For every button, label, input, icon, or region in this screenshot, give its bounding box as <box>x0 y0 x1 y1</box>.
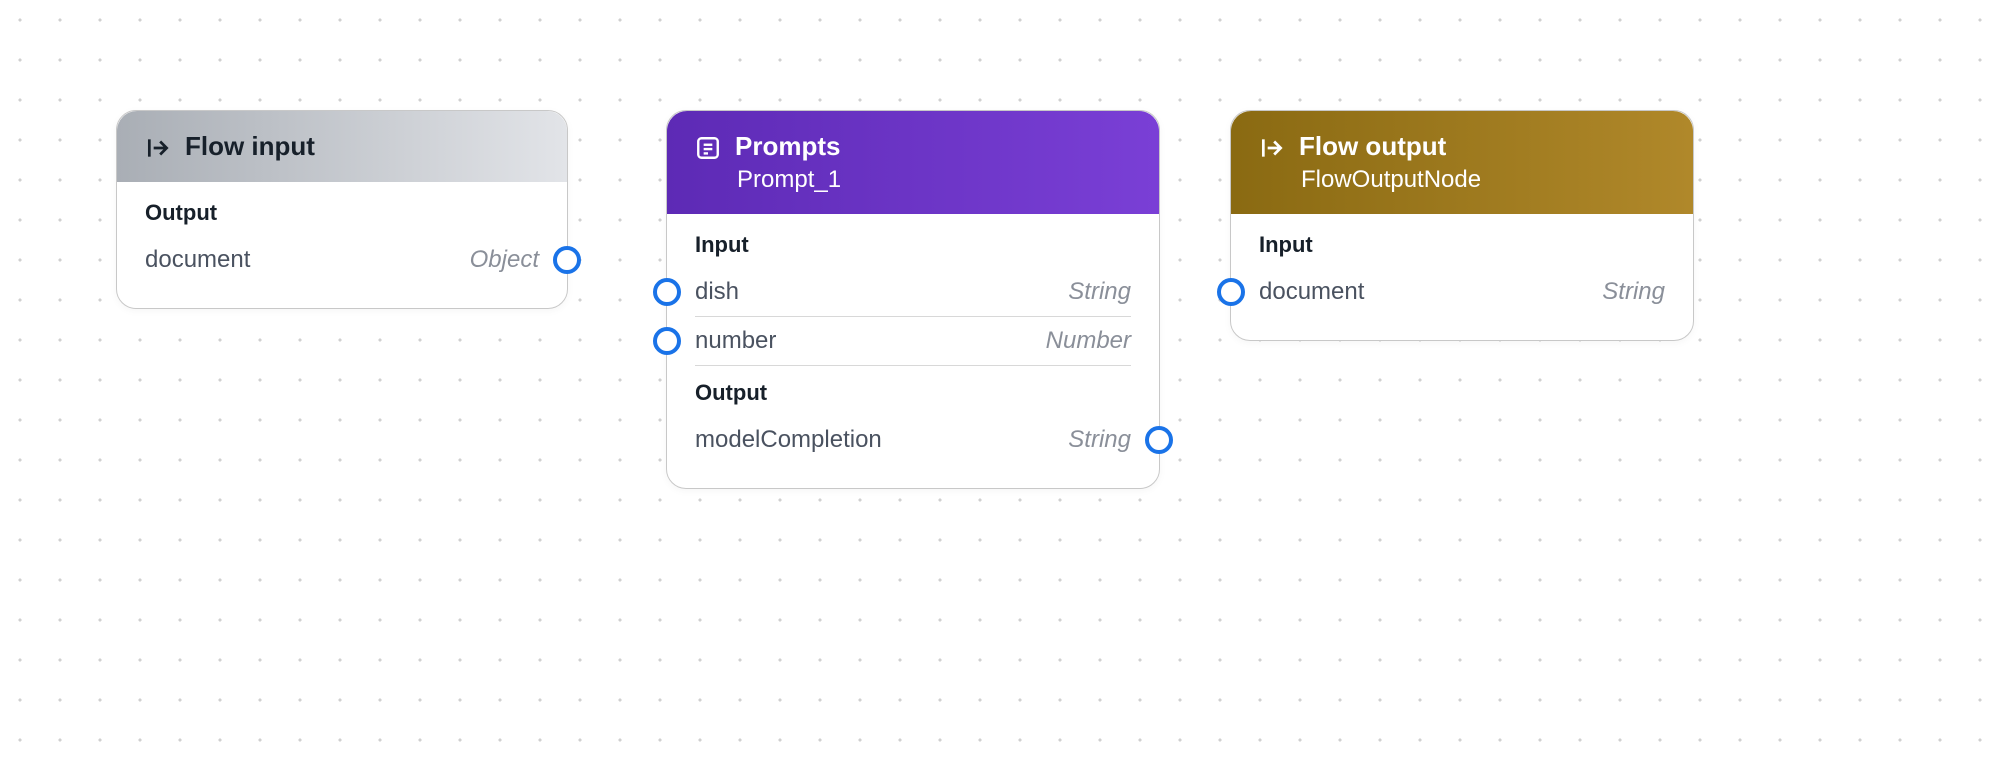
port-name: modelCompletion <box>695 426 882 454</box>
output-port-row: document Object <box>145 236 539 284</box>
input-port-handle[interactable] <box>653 327 681 355</box>
output-section-label: Output <box>145 200 539 226</box>
port-type: String <box>1068 278 1131 306</box>
port-type: Number <box>1046 327 1131 355</box>
node-title: Flow input <box>185 131 315 162</box>
output-section-label: Output <box>695 380 1131 406</box>
output-port-handle[interactable] <box>1145 426 1173 454</box>
port-name: number <box>695 327 776 355</box>
input-port-row: number Number <box>695 317 1131 366</box>
node-header: Prompts Prompt_1 <box>667 111 1159 214</box>
output-icon <box>1259 135 1285 161</box>
node-body: Input document String <box>1231 214 1693 340</box>
port-type: Object <box>470 246 539 274</box>
node-header: Flow input <box>117 111 567 182</box>
output-port-handle[interactable] <box>553 246 581 274</box>
node-body: Output document Object <box>117 182 567 308</box>
port-name: document <box>1259 278 1364 306</box>
port-name: dish <box>695 278 739 306</box>
flow-output-node[interactable]: Flow output FlowOutputNode Input documen… <box>1230 110 1694 341</box>
node-body: Input dish String number Number Output m… <box>667 214 1159 488</box>
input-port-row: dish String <box>695 268 1131 317</box>
input-port-handle[interactable] <box>1217 278 1245 306</box>
input-section-label: Input <box>695 232 1131 258</box>
node-subtitle: Prompt_1 <box>735 166 841 194</box>
prompts-icon <box>695 135 721 161</box>
output-port-row: modelCompletion String <box>695 416 1131 464</box>
input-section-label: Input <box>1259 232 1665 258</box>
port-type: String <box>1602 278 1665 306</box>
input-port-handle[interactable] <box>653 278 681 306</box>
node-title: Prompts <box>735 131 841 162</box>
node-header: Flow output FlowOutputNode <box>1231 111 1693 214</box>
port-type: String <box>1068 426 1131 454</box>
node-subtitle: FlowOutputNode <box>1299 166 1481 194</box>
input-port-row: document String <box>1259 268 1665 316</box>
node-title: Flow output <box>1299 131 1481 162</box>
prompts-node[interactable]: Prompts Prompt_1 Input dish String numbe… <box>666 110 1160 489</box>
port-name: document <box>145 246 250 274</box>
flow-input-node[interactable]: Flow input Output document Object <box>116 110 568 309</box>
input-icon <box>145 135 171 161</box>
